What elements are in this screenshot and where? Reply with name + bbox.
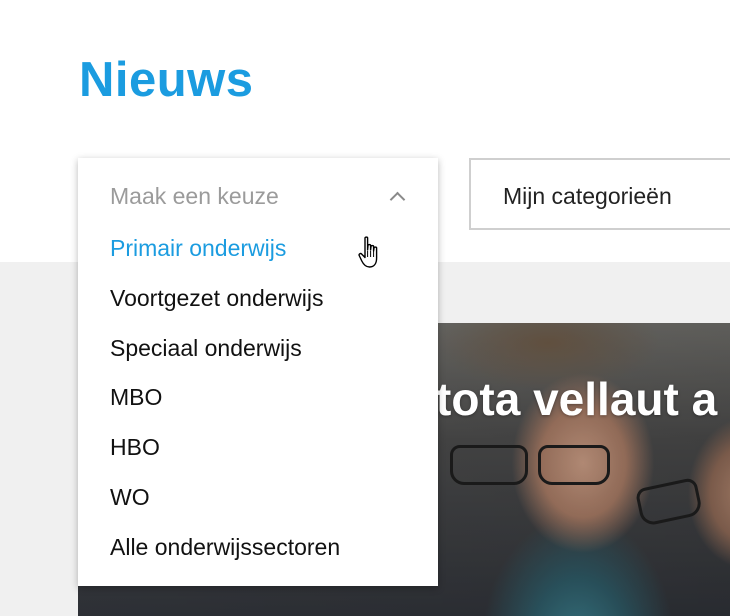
option-primair-onderwijs[interactable]: Primair onderwijs [78, 234, 438, 284]
option-hbo[interactable]: HBO [78, 433, 438, 483]
hero-photo-detail [538, 445, 610, 485]
option-mbo[interactable]: MBO [78, 383, 438, 433]
my-categories-button[interactable]: Mijn categorieën [469, 158, 730, 230]
option-wo[interactable]: WO [78, 483, 438, 533]
sector-dropdown[interactable]: Maak een keuze Primair onderwijs Voortge… [78, 158, 438, 586]
sector-dropdown-toggle[interactable]: Maak een keuze [78, 158, 438, 234]
hero-title[interactable]: tota vellaut a [436, 371, 717, 427]
my-categories-label: Mijn categorieën [503, 183, 672, 209]
option-speciaal-onderwijs[interactable]: Speciaal onderwijs [78, 334, 438, 384]
option-voortgezet-onderwijs[interactable]: Voortgezet onderwijs [78, 284, 438, 334]
sector-dropdown-placeholder: Maak een keuze [110, 183, 279, 209]
hand-pointer-icon [358, 236, 378, 268]
page-title: Nieuws [79, 53, 254, 107]
hero-photo-detail [450, 445, 528, 485]
option-alle-onderwijssectoren[interactable]: Alle onderwijssectoren [78, 533, 438, 583]
chevron-up-icon[interactable] [389, 191, 406, 208]
sector-option-list: Primair onderwijs Voortgezet onderwijs S… [78, 234, 438, 583]
